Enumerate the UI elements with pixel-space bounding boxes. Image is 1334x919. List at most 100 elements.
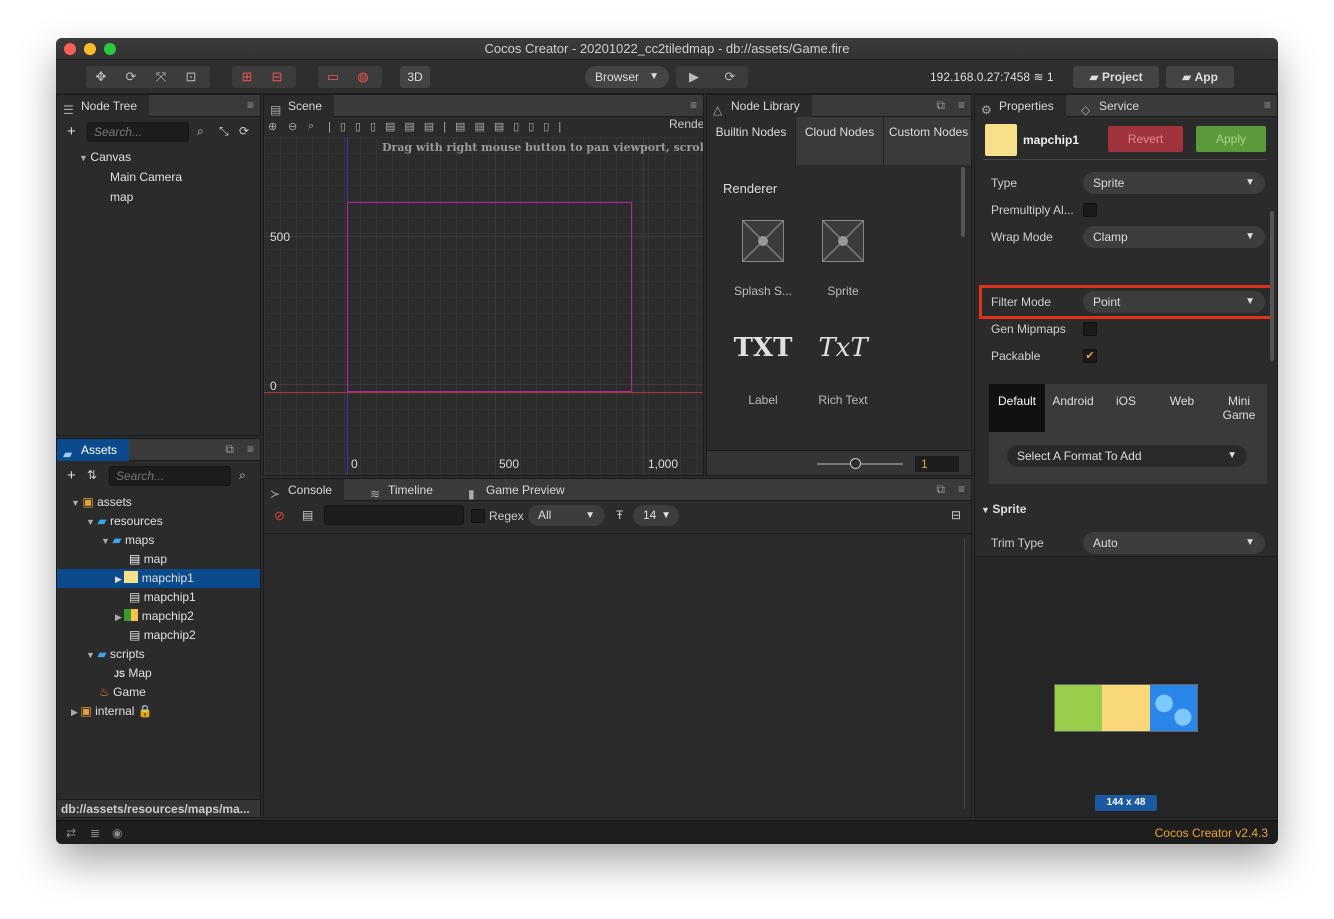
search-icon[interactable]: ⌕ — [239, 468, 246, 483]
tab-builtin-nodes[interactable]: Builtin Nodes — [707, 117, 795, 165]
tab-cloud-nodes[interactable]: Cloud Nodes — [795, 117, 883, 165]
revert-button[interactable]: Revert — [1108, 126, 1183, 152]
sprite-section-header[interactable]: ▼ Sprite — [981, 502, 1026, 516]
clear-console-icon[interactable]: ⊘ — [274, 508, 285, 524]
splash-sprite-icon[interactable] — [742, 220, 784, 262]
packable-checkbox[interactable]: ✔ — [1083, 349, 1097, 363]
zoom-reset-icon[interactable]: ⌕ — [308, 120, 314, 133]
tree-item-map-tmx[interactable]: ▤ map — [129, 550, 167, 569]
gizmo-rect-icon[interactable]: ▭ — [318, 69, 348, 85]
tab-ios[interactable]: iOS — [1101, 384, 1151, 432]
popout-icon[interactable]: ⧉ — [936, 98, 945, 113]
tree-item-internal[interactable]: ▶ ▣ internal 🔒 — [71, 702, 153, 721]
panel-menu-icon[interactable]: ≡ — [247, 442, 254, 456]
tree-item-map-script[interactable]: JS Map — [114, 664, 152, 683]
tab-node-tree[interactable]: ☰ Node Tree — [57, 95, 150, 117]
rotate-tool-icon[interactable]: ⟳ — [116, 69, 146, 85]
tab-custom-nodes[interactable]: Custom Nodes — [883, 117, 971, 165]
gen-mipmaps-checkbox[interactable] — [1083, 322, 1097, 336]
node-search-input[interactable]: Search... — [87, 122, 189, 142]
tab-android[interactable]: Android — [1045, 384, 1101, 432]
tree-item-resources[interactable]: ▼ ▰ resources — [86, 512, 163, 531]
tree-item-mapchip2-tsx[interactable]: ▤ mapchip2 — [129, 626, 196, 645]
trim-type-select[interactable]: Auto ▼ — [1083, 532, 1265, 554]
move-tool-icon[interactable]: ✥ — [86, 69, 116, 85]
zoom-value-input[interactable]: 1 — [915, 456, 959, 472]
console-filter-input[interactable] — [324, 505, 464, 525]
rect-tool-icon[interactable]: ⊡ — [176, 69, 206, 85]
local-icon[interactable]: ⊟ — [262, 69, 292, 85]
tab-properties[interactable]: ⚙ Properties — [975, 95, 1066, 117]
pivot-icon[interactable]: ⊞ — [232, 69, 262, 85]
tab-default[interactable]: Default — [989, 384, 1045, 432]
add-node-icon[interactable]: + — [67, 123, 76, 140]
library-scrollbar[interactable] — [961, 167, 965, 237]
scene-viewport[interactable]: Drag with right mouse button to pan view… — [264, 137, 703, 475]
scale-tool-icon[interactable]: ⤧ — [146, 69, 176, 85]
apply-button[interactable]: Apply — [1196, 126, 1266, 152]
align-tools-icon[interactable]: |▯▯▯▤▤▤|▤▤▤▯▯▯| — [328, 120, 570, 133]
panel-menu-icon[interactable]: ≡ — [958, 98, 965, 112]
tree-item-mapchip1-texture[interactable]: ▶ mapchip1 — [57, 569, 260, 588]
popout-icon[interactable]: ⧉ — [225, 442, 234, 457]
sync-icon[interactable]: ⇄ — [66, 826, 76, 840]
label-node-icon[interactable]: TXT — [731, 333, 795, 363]
premultiply-checkbox[interactable] — [1083, 203, 1097, 217]
font-size-select[interactable]: 14 ▼ — [633, 505, 679, 526]
tree-item-mapchip1-tsx[interactable]: ▤ mapchip1 — [129, 588, 196, 607]
collapse-icon[interactable]: ⊟ — [951, 508, 961, 522]
tab-game-preview[interactable]: ▮ Game Preview — [462, 479, 577, 501]
refresh-icon[interactable]: ⟳ — [239, 124, 249, 138]
maximize-window-button[interactable] — [104, 43, 116, 55]
toggle-3d-button[interactable]: 3D — [400, 66, 430, 88]
asset-search-input[interactable]: Search... — [109, 466, 231, 486]
log-level-select[interactable]: All ▼ — [528, 505, 605, 526]
panel-menu-icon[interactable]: ≡ — [1264, 98, 1271, 112]
tab-scene[interactable]: ▤ Scene — [264, 95, 335, 117]
preview-target-select[interactable]: Browser ▼ — [585, 66, 669, 88]
tree-item-game-scene[interactable]: ♨ Game — [99, 683, 146, 702]
tree-item-main-camera[interactable]: Main Camera — [110, 168, 182, 187]
tree-item-canvas[interactable]: ▼ Canvas — [79, 148, 131, 167]
tab-web[interactable]: Web — [1154, 384, 1210, 432]
tab-node-library[interactable]: △ Node Library — [707, 95, 812, 117]
search-icon[interactable]: ⌕ — [197, 124, 204, 139]
tree-item-mapchip2-texture[interactable]: ▶ mapchip2 — [115, 607, 194, 626]
zoom-out-icon[interactable]: ⊖ — [288, 120, 297, 133]
panel-menu-icon[interactable]: ≡ — [247, 98, 254, 112]
rich-text-node-icon[interactable]: TxT — [811, 333, 875, 363]
zoom-slider-thumb[interactable] — [850, 458, 861, 469]
add-asset-icon[interactable]: + — [67, 467, 76, 484]
zoom-in-icon[interactable]: ⊕ — [268, 120, 277, 133]
render-menu[interactable]: Rende — [669, 117, 703, 131]
panel-menu-icon[interactable]: ≡ — [958, 482, 965, 496]
tree-item-map[interactable]: map — [110, 188, 133, 207]
popout-icon[interactable]: ⧉ — [936, 482, 945, 497]
tree-item-assets[interactable]: ▼ ▣ assets — [71, 493, 132, 512]
wrap-mode-select[interactable]: Clamp ▼ — [1083, 226, 1265, 248]
tree-item-scripts[interactable]: ▼ ▰ scripts — [86, 645, 145, 664]
eye-icon[interactable]: ◉ — [112, 826, 122, 840]
tab-service[interactable]: ◇ Service — [1075, 95, 1151, 117]
sort-icon[interactable]: ⇅ — [87, 468, 97, 482]
open-log-icon[interactable]: ▤ — [302, 508, 313, 522]
app-button[interactable]: ▰ App — [1166, 66, 1234, 88]
type-select[interactable]: Sprite ▼ — [1083, 172, 1265, 194]
tab-mini-game[interactable]: Mini Game — [1211, 384, 1267, 432]
project-button[interactable]: ▰ Project — [1073, 66, 1159, 88]
play-icon[interactable]: ▶ — [676, 69, 712, 85]
tree-item-maps[interactable]: ▼ ▰ maps — [101, 531, 154, 550]
regex-checkbox[interactable] — [471, 509, 485, 523]
format-select[interactable]: Select A Format To Add ▼ — [1007, 445, 1247, 467]
properties-scrollbar[interactable] — [1270, 211, 1274, 361]
tab-timeline[interactable]: ≋ Timeline — [364, 479, 445, 501]
close-window-button[interactable] — [64, 43, 76, 55]
panel-menu-icon[interactable]: ≡ — [690, 98, 697, 112]
gizmo-grid-icon[interactable]: ◍ — [348, 69, 378, 85]
tab-console[interactable]: ≻ Console — [264, 479, 345, 501]
refresh-icon[interactable]: ⟳ — [712, 69, 748, 85]
tab-assets[interactable]: ▰ Assets — [57, 439, 130, 461]
console-scrollbar[interactable] — [964, 539, 965, 809]
database-icon[interactable]: ≣ — [90, 826, 100, 840]
sprite-icon[interactable] — [822, 220, 864, 262]
